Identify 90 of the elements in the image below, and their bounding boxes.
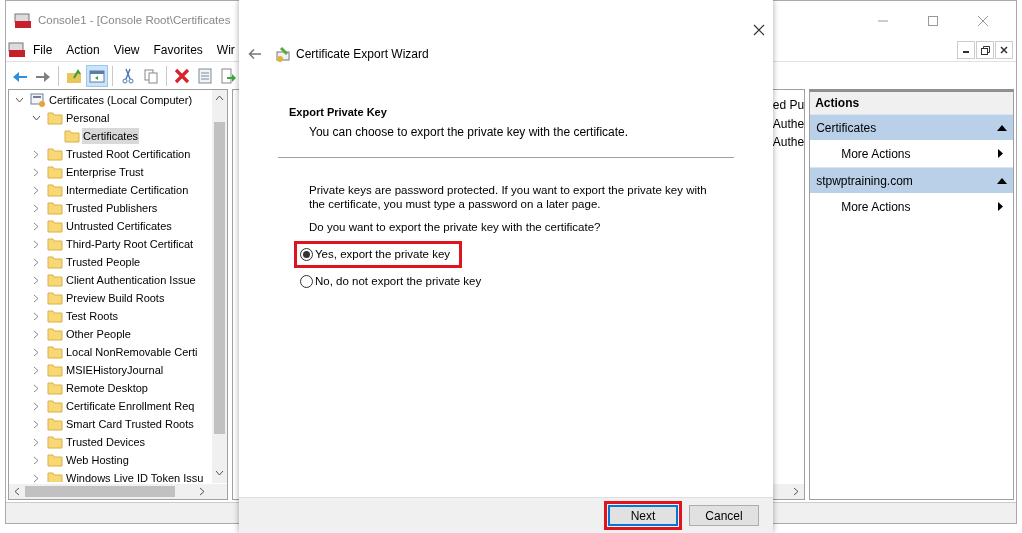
collapse-triangle-icon[interactable] bbox=[997, 177, 1007, 184]
section-header[interactable]: stpwptraining.com bbox=[810, 167, 1013, 193]
tree-item[interactable]: Untrusted Certificates bbox=[65, 217, 173, 235]
tree-item[interactable]: Web Hosting bbox=[65, 451, 130, 469]
page-subheading: You can choose to export the private key with the certificate. bbox=[308, 123, 630, 141]
folder-icon bbox=[47, 381, 63, 395]
back-arrow-icon[interactable] bbox=[248, 48, 262, 60]
column-header[interactable]: ed Pu bbox=[772, 98, 805, 112]
tree-item[interactable]: Certificates bbox=[82, 127, 140, 145]
menu-item[interactable]: File bbox=[26, 41, 60, 59]
folder-icon bbox=[47, 471, 63, 482]
tree-item[interactable]: Intermediate Certification bbox=[65, 181, 190, 199]
scrollbar[interactable] bbox=[211, 90, 227, 483]
tree-item[interactable]: Trusted Devices bbox=[65, 433, 147, 451]
page-heading: Export Private Key bbox=[289, 105, 388, 120]
tree-item[interactable]: Third-Party Root Certificat bbox=[65, 235, 195, 253]
folder-icon bbox=[47, 183, 63, 197]
folder-icon bbox=[47, 363, 63, 377]
table-cell-text: Authe bbox=[772, 116, 805, 133]
table-cell-text: Authe bbox=[772, 134, 805, 151]
submenu-arrow-icon bbox=[998, 202, 1003, 211]
scroll-left-icon[interactable] bbox=[14, 487, 20, 496]
tree-item[interactable]: Client Authentication Issue bbox=[65, 271, 197, 289]
tree-item[interactable]: Certificates (Local Computer) bbox=[48, 91, 194, 109]
tree-item[interactable]: Remote Desktop bbox=[65, 379, 149, 397]
folder-icon bbox=[47, 345, 63, 359]
tree-item[interactable]: Certificate Enrollment Req bbox=[65, 397, 196, 415]
folder-icon bbox=[47, 435, 63, 449]
section-header[interactable]: Certificates bbox=[810, 114, 1013, 140]
console-tree-icon[interactable] bbox=[86, 64, 108, 87]
dialog-button[interactable]: Cancel bbox=[689, 505, 759, 526]
tree-item[interactable]: Enterprise Trust bbox=[65, 163, 145, 181]
tree-item[interactable]: Personal bbox=[65, 109, 111, 127]
folder-icon bbox=[47, 219, 63, 233]
folder-icon bbox=[47, 237, 63, 251]
certificate-icon bbox=[275, 45, 292, 63]
radio-button[interactable] bbox=[300, 275, 313, 289]
scroll-down-icon[interactable] bbox=[214, 470, 224, 476]
tree-item[interactable]: Windows Live ID Token Issu bbox=[65, 469, 205, 482]
certificate-store-icon bbox=[30, 93, 46, 107]
folder-icon bbox=[47, 111, 63, 125]
maximize-icon[interactable] bbox=[928, 16, 938, 26]
radio-option[interactable]: No, do not export the private key bbox=[300, 273, 488, 291]
folder-icon bbox=[47, 291, 63, 305]
app-icon[interactable] bbox=[8, 42, 26, 58]
scrollbar[interactable] bbox=[771, 484, 805, 499]
tree-item[interactable]: Other People bbox=[65, 325, 132, 343]
tree-item[interactable]: Trusted Publishers bbox=[65, 199, 159, 217]
folder-icon bbox=[47, 417, 63, 431]
tree-item[interactable]: Trusted Root Certification bbox=[65, 145, 192, 163]
scroll-right-icon[interactable] bbox=[198, 487, 205, 496]
minimize-icon[interactable] bbox=[957, 41, 975, 59]
restore-icon[interactable] bbox=[976, 41, 994, 59]
pane-title: Actions bbox=[810, 92, 1013, 114]
dialog-title: Certificate Export Wizard bbox=[296, 46, 429, 63]
tree-item[interactable]: MSIEHistoryJournal bbox=[65, 361, 165, 379]
menu-item[interactable]: View bbox=[106, 41, 147, 59]
collapse-triangle-icon[interactable] bbox=[997, 124, 1007, 131]
action-item[interactable]: More Actions bbox=[810, 140, 1013, 167]
menu-item[interactable]: Favorites bbox=[146, 41, 210, 59]
radio-button[interactable] bbox=[300, 247, 313, 261]
submenu-arrow-icon bbox=[998, 149, 1003, 158]
description-text: Private keys are password protected. If you want to export the private key with the certificate, you must type a password on a later page. bbox=[309, 182, 708, 211]
app-icon bbox=[14, 13, 32, 29]
radio-option[interactable]: Yes, export the private key bbox=[300, 245, 457, 263]
folder-icon bbox=[64, 129, 80, 143]
folder-icon bbox=[47, 201, 63, 215]
window-title: Console1 - [Console Root\Certificates bbox=[38, 13, 231, 29]
menu-item[interactable]: Wir bbox=[209, 41, 242, 59]
folder-icon bbox=[47, 273, 63, 287]
folder-icon bbox=[47, 165, 63, 179]
folder-icon bbox=[47, 147, 63, 161]
folder-icon bbox=[47, 327, 63, 341]
tree-item[interactable]: Local NonRemovable Certi bbox=[65, 343, 199, 361]
folder-icon bbox=[47, 255, 63, 269]
folder-icon bbox=[47, 309, 63, 323]
question-text: Do you want to export the private key with the certificate? bbox=[309, 219, 602, 235]
scrollbar[interactable] bbox=[9, 484, 227, 499]
folder-icon bbox=[47, 453, 63, 467]
menu-item[interactable]: Action bbox=[59, 41, 107, 59]
tree-item[interactable]: Preview Build Roots bbox=[65, 289, 166, 307]
action-item[interactable]: More Actions bbox=[810, 193, 1013, 220]
tree-item[interactable]: Smart Card Trusted Roots bbox=[65, 415, 195, 433]
tree-item[interactable]: Trusted People bbox=[65, 253, 142, 271]
folder-icon bbox=[47, 399, 63, 413]
tree-item[interactable]: Test Roots bbox=[65, 307, 119, 325]
scroll-up-icon[interactable] bbox=[214, 95, 224, 101]
close-icon[interactable] bbox=[753, 24, 765, 36]
scroll-right-icon[interactable] bbox=[793, 487, 800, 496]
dialog-button[interactable]: Next bbox=[608, 505, 678, 526]
